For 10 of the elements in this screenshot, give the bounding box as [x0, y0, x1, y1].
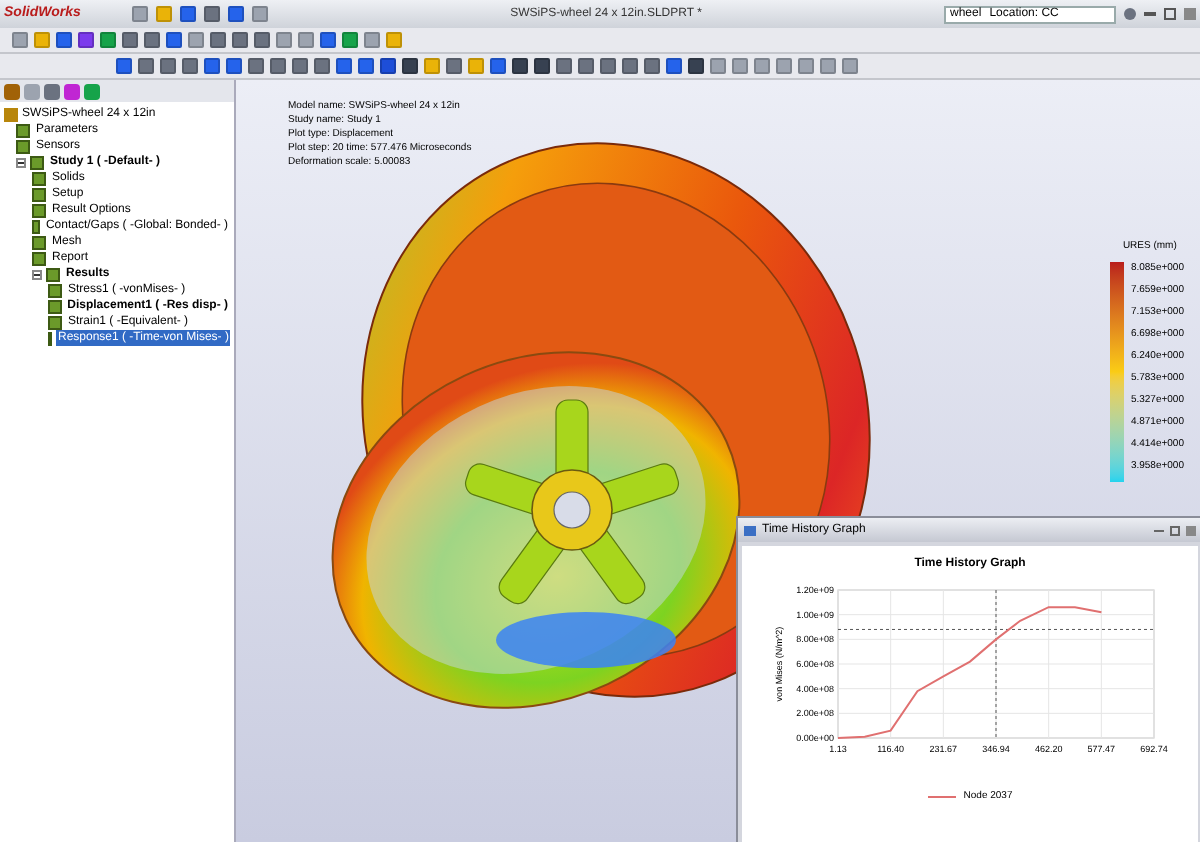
part-icon	[4, 107, 18, 121]
minimize-icon[interactable]	[1154, 529, 1164, 531]
collapse-icon[interactable]	[32, 269, 42, 279]
window-icon	[744, 525, 756, 535]
maximize-icon[interactable]	[1170, 525, 1180, 535]
legend-line-swatch	[927, 796, 956, 799]
help-icon[interactable]	[1124, 8, 1136, 20]
close-icon[interactable]	[1186, 525, 1196, 535]
maximize-icon[interactable]	[1164, 8, 1176, 20]
collapse-icon[interactable]	[16, 157, 26, 167]
